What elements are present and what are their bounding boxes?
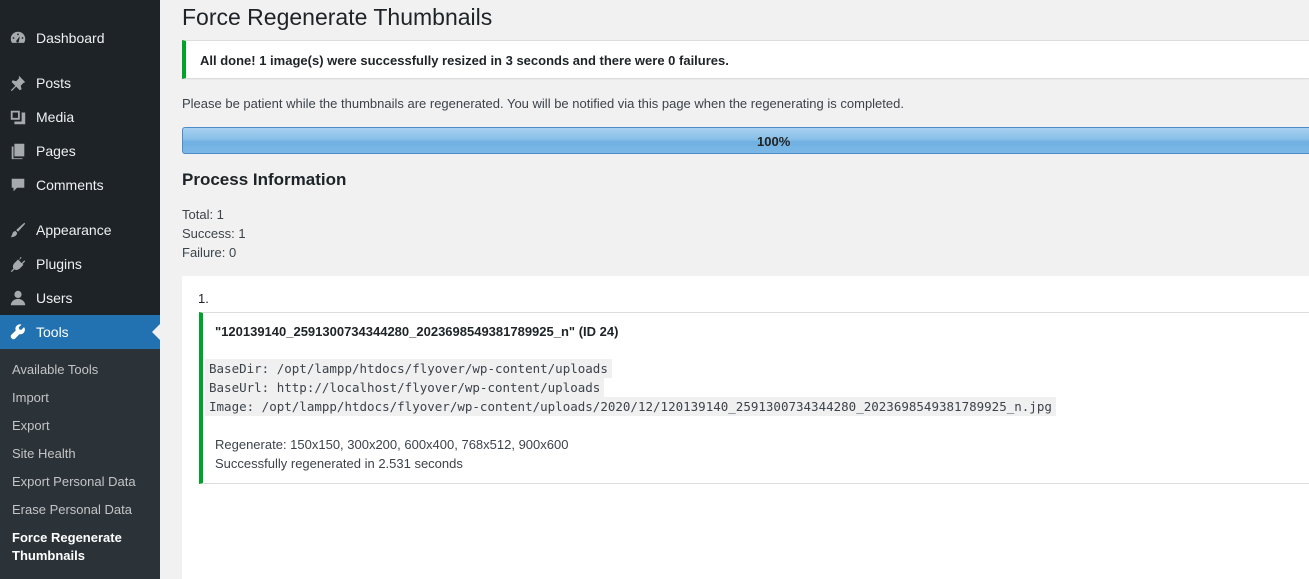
main-content: Force Regenerate Thumbnails All done! 1 … <box>160 0 1309 579</box>
sidebar-item-media[interactable]: Media <box>0 100 160 134</box>
pin-icon <box>0 74 36 92</box>
basedir-code: BaseDir: /opt/lampp/htdocs/flyover/wp-co… <box>205 359 612 378</box>
sidebar-item-label: Pages <box>36 143 76 159</box>
image-filename: "120139140_2591300734344280_202369854938… <box>215 324 619 339</box>
sidebar-item-users[interactable]: Users <box>0 281 160 315</box>
description-text: Please be patient while the thumbnails a… <box>182 96 904 111</box>
sidebar-item-label: Plugins <box>36 256 82 272</box>
submenu-item-available-tools[interactable]: Available Tools <box>12 361 98 379</box>
sidebar-item-comments[interactable]: Comments <box>0 168 160 202</box>
sidebar-item-posts[interactable]: Posts <box>0 66 160 100</box>
image-path-code: Image: /opt/lampp/htdocs/flyover/wp-cont… <box>205 397 1056 416</box>
notice-text: All done! 1 image(s) were successfully r… <box>200 53 729 68</box>
regenerate-sizes: Regenerate: 150x150, 300x200, 600x400, 7… <box>215 437 569 452</box>
submenu-label-line-1: Force Regenerate <box>12 530 122 545</box>
submenu-item-force-regenerate-thumbnails[interactable]: Force Regenerate Thumbnails <box>12 529 122 565</box>
wrench-icon <box>0 323 36 341</box>
tools-submenu: Available Tools Import Export Site Healt… <box>0 349 160 579</box>
submenu-item-export-personal-data[interactable]: Export Personal Data <box>12 473 136 491</box>
dashboard-icon <box>0 29 36 47</box>
submenu-item-site-health[interactable]: Site Health <box>12 445 76 463</box>
stat-total: Total: 1 <box>182 207 224 222</box>
results-list: 1. "120139140_2591300734344280_202369854… <box>182 276 1309 579</box>
list-item: "120139140_2591300734344280_202369854938… <box>199 312 1309 484</box>
progress-bar: 100% <box>182 127 1309 154</box>
submenu-label-line-2: Thumbnails <box>12 548 85 563</box>
sidebar-item-dashboard[interactable]: Dashboard <box>0 21 160 55</box>
sidebar-item-label: Appearance <box>36 222 112 238</box>
baseurl-code: BaseUrl: http://localhost/flyover/wp-con… <box>205 378 605 397</box>
submenu-item-erase-personal-data[interactable]: Erase Personal Data <box>12 501 132 519</box>
sidebar-item-appearance[interactable]: Appearance <box>0 213 160 247</box>
submenu-item-export[interactable]: Export <box>12 417 50 435</box>
admin-sidebar: Dashboard Posts Media Pages Comments App… <box>0 0 160 579</box>
list-item-number: 1. <box>198 291 209 306</box>
plugin-icon <box>0 255 36 273</box>
sidebar-item-label: Dashboard <box>36 30 105 46</box>
pages-icon <box>0 142 36 160</box>
sidebar-item-label: Posts <box>36 75 72 91</box>
stat-success: Success: 1 <box>182 226 246 241</box>
sidebar-item-pages[interactable]: Pages <box>0 134 160 168</box>
sidebar-item-label: Users <box>36 290 73 306</box>
regenerate-status: Successfully regenerated in 2.531 second… <box>215 456 463 471</box>
sidebar-item-tools[interactable]: Tools <box>0 315 160 349</box>
user-icon <box>0 289 36 307</box>
progress-label: 100% <box>757 134 791 149</box>
comment-icon <box>0 176 36 194</box>
section-title: Process Information <box>182 170 347 189</box>
media-icon <box>0 108 36 126</box>
paintbrush-icon <box>0 221 36 239</box>
success-notice: All done! 1 image(s) were successfully r… <box>182 40 1309 79</box>
sidebar-item-label: Tools <box>36 324 69 340</box>
submenu-item-import[interactable]: Import <box>12 389 49 407</box>
sidebar-item-plugins[interactable]: Plugins <box>0 247 160 281</box>
sidebar-item-label: Comments <box>36 177 104 193</box>
sidebar-item-label: Media <box>36 109 75 125</box>
stat-failure: Failure: 0 <box>182 245 237 260</box>
page-title: Force Regenerate Thumbnails <box>182 4 493 30</box>
